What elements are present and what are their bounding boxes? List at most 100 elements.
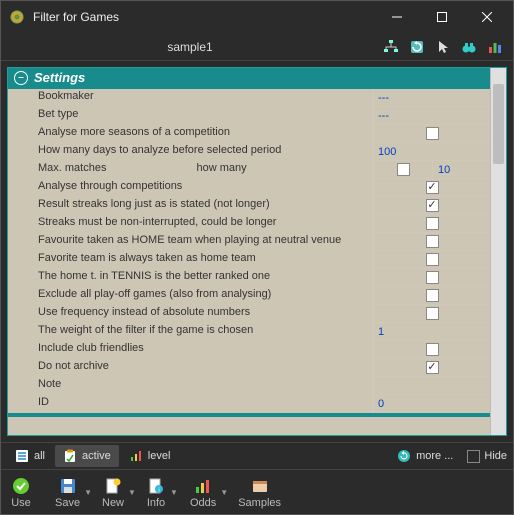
settings-row: Favorite team is always taken as home te… [8, 251, 490, 269]
hide-checkbox[interactable] [467, 450, 480, 463]
setting-checkbox-cell[interactable] [372, 269, 490, 287]
setting-checkbox-cell[interactable] [372, 341, 490, 359]
check-icon [11, 476, 31, 496]
refresh-icon[interactable] [405, 35, 429, 59]
settings-row: Favourite taken as HOME team when playin… [8, 233, 490, 251]
dropdown-icon[interactable]: ▼ [170, 488, 178, 497]
setting-value[interactable]: 0 [372, 395, 490, 413]
setting-checkbox-cell[interactable] [372, 215, 490, 233]
setting-value[interactable]: 10 [434, 163, 490, 177]
samples-button[interactable]: Samples [234, 474, 285, 511]
chart-icon[interactable] [483, 35, 507, 59]
setting-split-cell[interactable]: 10 [372, 161, 490, 179]
setting-value[interactable]: --- [372, 89, 490, 107]
filter-active-label: active [82, 450, 111, 462]
checkbox[interactable] [426, 343, 439, 356]
settings-row: Result streaks long just as is stated (n… [8, 197, 490, 215]
settings-grid: Bookmaker---Bet type---Analyse more seas… [8, 89, 490, 413]
setting-value[interactable] [372, 377, 490, 395]
settings-row: The home t. in TENNIS is the better rank… [8, 269, 490, 287]
dropdown-icon[interactable]: ▼ [84, 488, 92, 497]
filter-all-button[interactable]: all [7, 445, 53, 467]
checkbox[interactable] [426, 199, 439, 212]
checkbox[interactable] [426, 307, 439, 320]
setting-value[interactable]: 1 [372, 323, 490, 341]
setting-label: Bet type [8, 107, 372, 125]
settings-row: ID0 [8, 395, 490, 413]
scrollbar[interactable] [490, 68, 506, 435]
settings-row: Use frequency instead of absolute number… [8, 305, 490, 323]
setting-checkbox-cell[interactable] [372, 179, 490, 197]
settings-header[interactable]: – Settings [8, 68, 490, 89]
settings-row: Streaks must be non-interrupted, could b… [8, 215, 490, 233]
maximize-button[interactable] [419, 2, 464, 32]
setting-checkbox-cell[interactable] [372, 125, 490, 143]
tree-icon[interactable] [379, 35, 403, 59]
setting-label: Exclude all play-off games (also from an… [8, 287, 372, 305]
setting-checkbox-cell[interactable] [372, 359, 490, 377]
titlebar: Filter for Games [1, 1, 513, 33]
save-button[interactable]: Save ▼ [51, 474, 96, 511]
more-icon [397, 449, 411, 463]
window-title: Filter for Games [33, 10, 374, 24]
collapse-icon[interactable]: – [14, 71, 28, 85]
setting-checkbox-cell[interactable] [372, 251, 490, 269]
setting-checkbox-cell[interactable] [372, 287, 490, 305]
svg-text:i: i [158, 488, 159, 494]
new-icon [103, 476, 123, 496]
hide-toggle[interactable]: Hide [467, 450, 507, 463]
dropdown-icon[interactable]: ▼ [220, 488, 228, 497]
info-icon: i [146, 476, 166, 496]
setting-label: Use frequency instead of absolute number… [8, 305, 372, 323]
filter-more-button[interactable]: more ... [389, 445, 461, 467]
settings-row: Do not archive [8, 359, 490, 377]
settings-row: Note [8, 377, 490, 395]
binoculars-icon[interactable] [457, 35, 481, 59]
settings-row: Max. matcheshow many 10 [8, 161, 490, 179]
filter-level-label: level [148, 450, 171, 462]
checkbox[interactable] [426, 181, 439, 194]
panel-footer-border [8, 413, 490, 417]
checkbox[interactable] [426, 253, 439, 266]
scrollbar-thumb[interactable] [493, 84, 504, 164]
save-icon [58, 476, 78, 496]
dropdown-icon[interactable]: ▼ [128, 488, 136, 497]
checkbox[interactable] [426, 361, 439, 374]
checkbox[interactable] [426, 235, 439, 248]
settings-row: Include club friendlies [8, 341, 490, 359]
filter-window: Filter for Games sample1 – Settings Book… [0, 0, 514, 515]
info-button[interactable]: iInfo ▼ [142, 474, 184, 511]
new-button[interactable]: New ▼ [98, 474, 140, 511]
setting-label: Note [8, 377, 372, 395]
settings-row: Exclude all play-off games (also from an… [8, 287, 490, 305]
use-button[interactable]: Use [7, 474, 49, 511]
checkbox[interactable] [426, 127, 439, 140]
list-icon [15, 449, 29, 463]
close-button[interactable] [464, 2, 509, 32]
setting-label: Favorite team is always taken as home te… [8, 251, 372, 269]
settings-row: Analyse through competitions [8, 179, 490, 197]
filter-active-button[interactable]: active [55, 445, 119, 467]
settings-panel: – Settings Bookmaker---Bet type---Analys… [7, 67, 507, 436]
setting-label: The weight of the filter if the game is … [8, 323, 372, 341]
app-icon [9, 9, 25, 25]
checkbox[interactable] [426, 289, 439, 302]
setting-checkbox-cell[interactable] [372, 233, 490, 251]
checkbox[interactable] [397, 163, 410, 176]
checkbox[interactable] [426, 271, 439, 284]
settings-row: Bet type--- [8, 107, 490, 125]
minimize-button[interactable] [374, 2, 419, 32]
samples-icon [250, 476, 270, 496]
setting-checkbox-cell[interactable] [372, 197, 490, 215]
filter-bar: all active level more ... Hide [1, 442, 513, 470]
setting-checkbox-cell[interactable] [372, 305, 490, 323]
filter-level-button[interactable]: level [121, 445, 179, 467]
filter-all-label: all [34, 450, 45, 462]
setting-value[interactable]: 100 [372, 143, 490, 161]
setting-label: Max. matcheshow many [8, 161, 372, 179]
pointer-icon[interactable] [431, 35, 455, 59]
odds-button[interactable]: Odds ▼ [186, 474, 232, 511]
hide-label: Hide [484, 450, 507, 462]
checkbox[interactable] [426, 217, 439, 230]
setting-value[interactable]: --- [372, 107, 490, 125]
